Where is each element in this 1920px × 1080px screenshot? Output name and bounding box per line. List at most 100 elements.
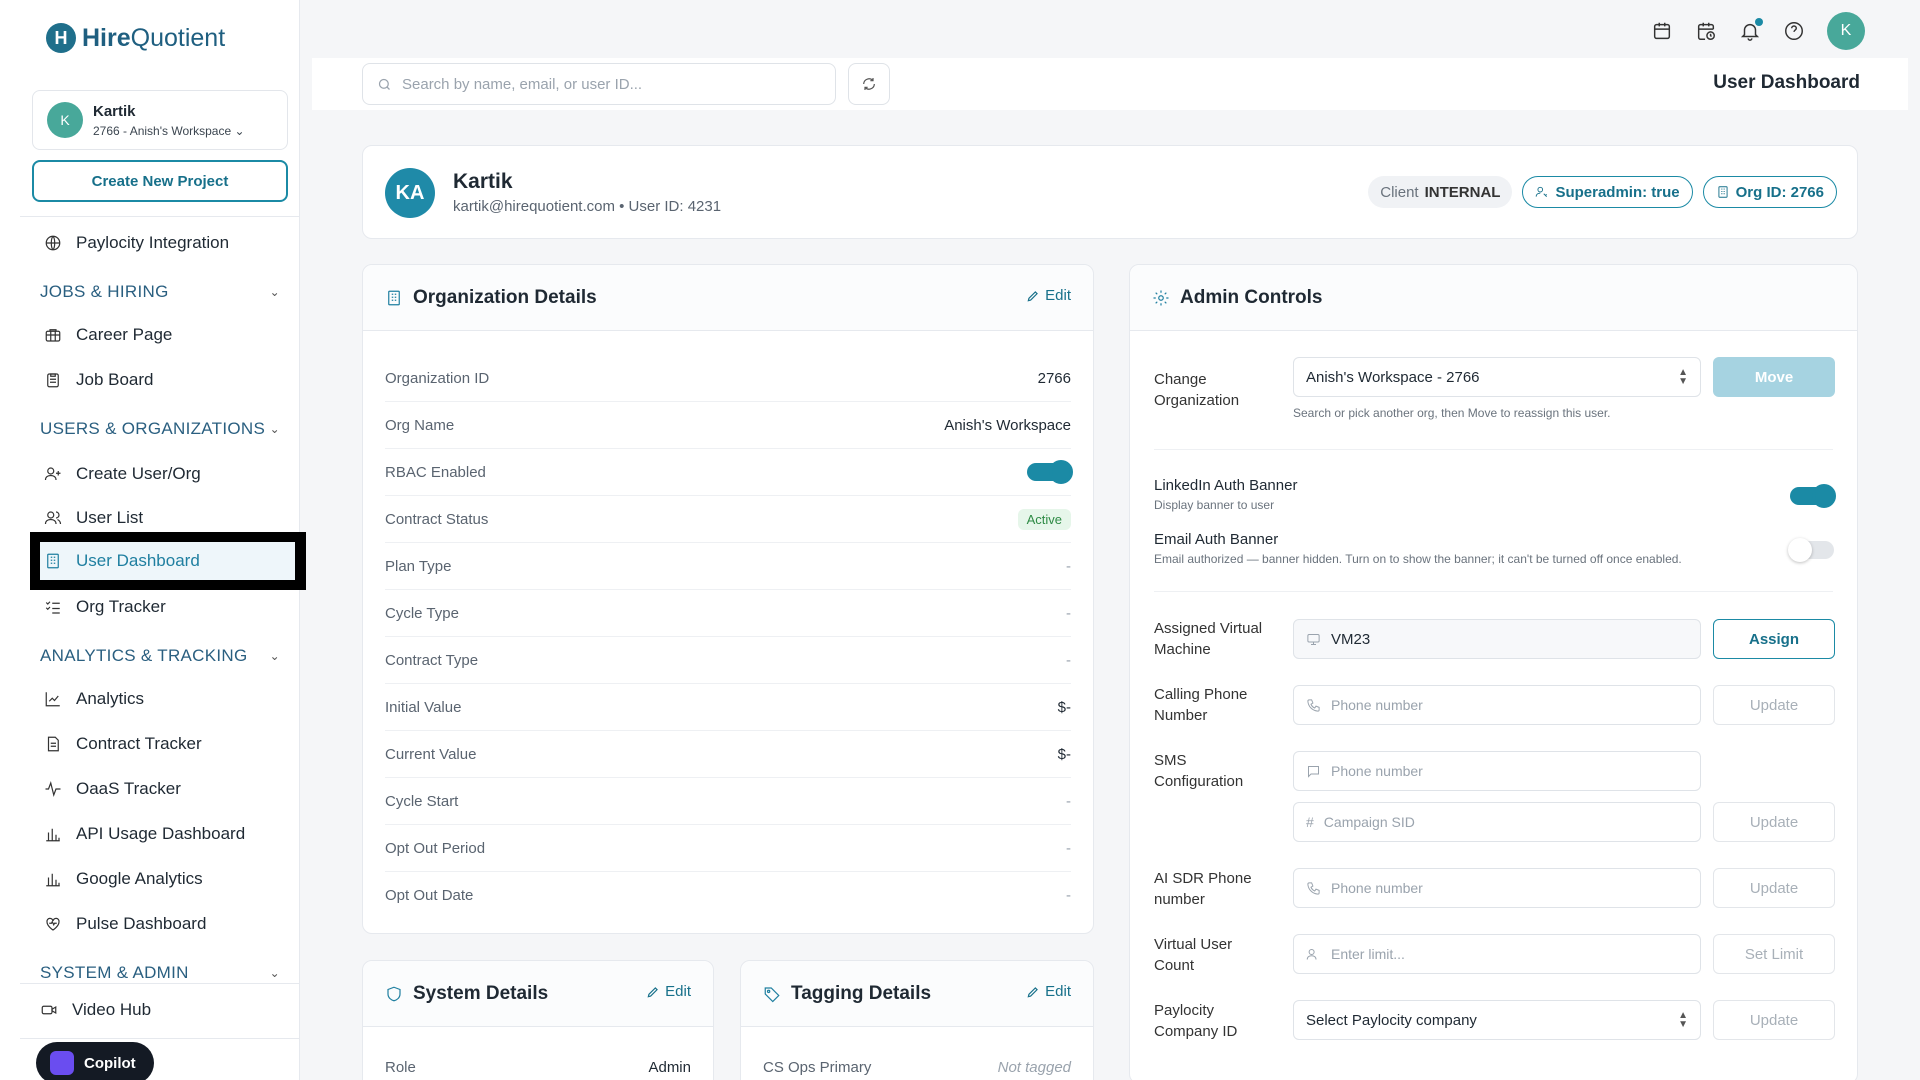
section-label: ANALYTICS & TRACKING [40,646,248,665]
update-paylocity-button[interactable]: Update [1713,1000,1835,1040]
search-bar[interactable] [362,63,836,105]
sidebar-item-google-analytics[interactable]: Google Analytics [40,860,290,898]
vm-field[interactable]: VM23 [1293,619,1701,659]
row-contract-status: Contract Status Active [385,496,1071,543]
card-title: System Details [413,982,549,1004]
sidebar-item-user-dashboard[interactable]: User Dashboard [40,542,295,580]
shield-icon [387,986,401,1001]
hirequotient-logo[interactable]: H HireQuotient [46,18,225,58]
status-badge: Active [1017,508,1071,530]
notifications-button[interactable] [1739,18,1763,42]
topbar-actions: K [1651,12,1865,50]
copilot-button[interactable]: Copilot [36,1042,154,1080]
sidebar-item-api-usage-dashboard[interactable]: API Usage Dashboard [40,815,290,853]
email-banner-title: Email Auth Banner [1154,531,1279,548]
phone-icon [1307,698,1320,712]
row-cycle-start: Cycle Start - [385,778,1071,825]
avatar: K [47,102,83,138]
calling-phone-input[interactable]: Phone number [1293,685,1701,725]
row-opt-out-date: Opt Out Date - [385,887,1071,904]
sidebar-item-label: Contract Tracker [76,734,202,753]
bar-chart-icon [46,828,60,842]
document-icon [47,736,59,752]
paylocity-company-select[interactable]: Select Paylocity company ▲ ▼ [1293,1000,1701,1040]
section-jobs-hiring[interactable]: JOBS & HIRING ⌄ [40,277,280,307]
sidebar-item-career-page[interactable]: Career Page [40,316,290,354]
create-new-project-button[interactable]: Create New Project [32,160,288,202]
rbac-toggle[interactable] [1027,460,1073,484]
section-users-organizations[interactable]: USERS & ORGANIZATIONS ⌄ [40,414,280,444]
linkedin-banner-subtitle: Display banner to user [1154,498,1275,512]
chevron-down-icon: ⌄ [269,285,280,299]
avatar: KA [385,168,435,218]
sidebar-item-paylocity-integration[interactable]: Paylocity Integration [40,224,290,262]
section-divider [1154,591,1833,592]
card-header: Admin Controls [1130,265,1857,331]
message-icon [1308,765,1319,778]
pencil-icon [1027,290,1039,301]
edit-tagging-details-button[interactable]: Edit [1026,983,1071,1000]
sidebar-item-analytics[interactable]: Analytics [40,680,290,718]
chevron-down-icon: ⌄ [269,422,280,436]
user-email-id: kartik@hirequotient.com • User ID: 4231 [453,198,722,215]
row-current-value: Current Value $- [385,731,1071,778]
virtual-user-limit-input[interactable]: Enter limit... [1293,934,1701,974]
sidebar-item-label: Pulse Dashboard [76,914,207,933]
sidebar-item-label: Org Tracker [76,597,166,616]
card-header: Organization Details [363,265,1093,331]
email-banner-toggle[interactable] [1788,538,1834,562]
sidebar-item-label: User List [76,508,144,527]
update-sms-button[interactable]: Update [1713,802,1835,842]
sms-phone-input[interactable]: Phone number [1293,751,1701,791]
pencil-icon [1027,986,1039,997]
sidebar-item-oaas-tracker[interactable]: OaaS Tracker [40,770,290,808]
workspace-switcher[interactable]: K Kartik 2766 - Anish's Workspace ⌄ [32,90,288,150]
select-arrows-icon: ▲ ▼ [1678,1010,1688,1030]
campaign-sid-input[interactable]: # Campaign SID [1293,802,1701,842]
section-label: JOBS & HIRING [40,282,169,301]
assign-button[interactable]: Assign [1713,619,1835,659]
chevron-down-icon: ⌄ [269,966,280,980]
sidebar-item-job-board[interactable]: Job Board [40,361,290,399]
heart-pulse-icon [46,917,60,931]
organization-details-card: Organization Details Edit Organization I… [362,264,1094,934]
sidebar-item-create-user-org[interactable]: Create User/Org [40,455,290,493]
building-icon [47,553,59,569]
edit-org-details-button[interactable]: Edit [1026,287,1071,304]
user-plus-icon [44,467,61,481]
edit-system-details-button[interactable]: Edit [646,983,691,1000]
sidebar-item-pulse-dashboard[interactable]: Pulse Dashboard [40,905,290,943]
set-limit-button[interactable]: Set Limit [1713,934,1835,974]
pencil-icon [647,986,659,997]
update-ai-sdr-phone-button[interactable]: Update [1713,868,1835,908]
chevron-down-icon: ⌄ [269,649,280,663]
sidebar-item-label: Career Page [76,325,173,344]
calendar-clock-icon[interactable] [1695,20,1717,42]
change-organization-select[interactable]: Anish's Workspace - 2766 ▲ ▼ [1293,357,1701,397]
ai-sdr-phone-input[interactable]: Phone number [1293,868,1701,908]
section-analytics-tracking[interactable]: ANALYTICS & TRACKING ⌄ [40,641,280,671]
refresh-button[interactable] [848,63,890,105]
copilot-label: Copilot [84,1054,136,1072]
user-avatar-button[interactable]: K [1827,12,1865,50]
move-button[interactable]: Move [1713,357,1835,397]
sidebar-item-org-tracker[interactable]: Org Tracker [40,588,290,626]
clipboard-icon [47,373,59,388]
select-arrows-icon: ▲ ▼ [1678,367,1688,387]
sidebar-item-label: User Dashboard [76,551,200,570]
tag-icon [764,986,780,1002]
virtual-user-count-label: Virtual User Count [1154,936,1233,974]
sidebar-item-video-hub[interactable]: Video Hub [36,991,286,1029]
search-input[interactable] [402,75,822,93]
sidebar-item-contract-tracker[interactable]: Contract Tracker [40,725,290,763]
calendar-icon[interactable] [1651,20,1673,42]
card-title: Admin Controls [1180,286,1323,308]
row-cycle-type: Cycle Type - [385,590,1071,637]
phone-icon [1307,881,1320,895]
client-badge: Client INTERNAL [1368,176,1513,208]
row-role: Role Admin [385,1059,691,1076]
linkedin-banner-toggle[interactable] [1790,484,1836,508]
update-calling-phone-button[interactable]: Update [1713,685,1835,725]
row-plan-type: Plan Type - [385,543,1071,590]
help-icon[interactable] [1783,20,1805,42]
